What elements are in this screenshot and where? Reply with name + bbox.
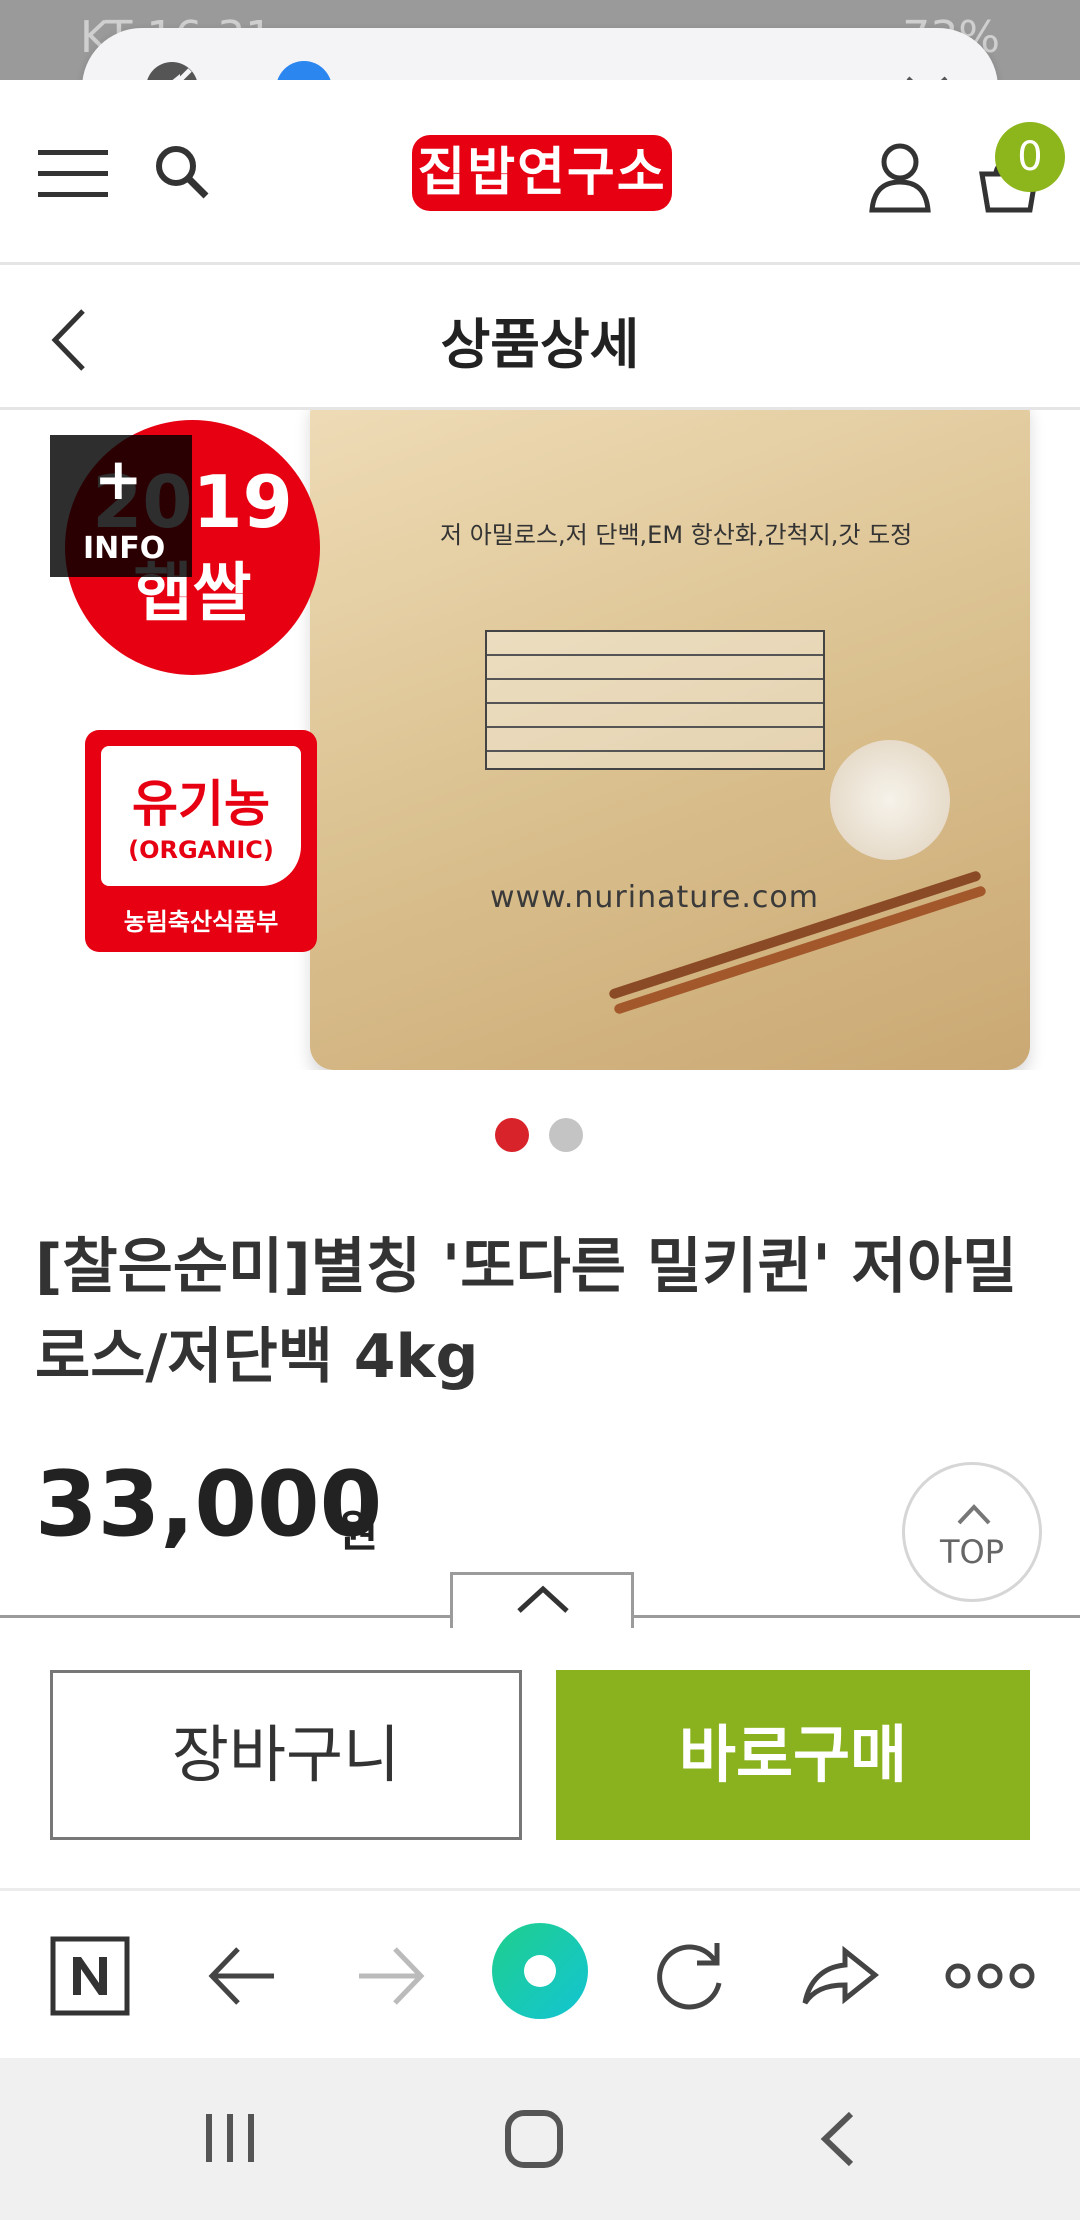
page-title-bar: 상품상세: [0, 265, 1080, 410]
scroll-top-button[interactable]: TOP: [902, 1462, 1042, 1602]
price-currency: 원: [338, 1506, 379, 1557]
forward-arrow-icon[interactable]: [345, 1931, 435, 2021]
buy-now-button[interactable]: 바로구매: [556, 1670, 1030, 1840]
recent-apps-icon[interactable]: [200, 2110, 260, 2166]
expand-options-handle[interactable]: [450, 1572, 634, 1628]
search-icon[interactable]: [152, 142, 212, 202]
carousel-dot-active[interactable]: [495, 1118, 529, 1152]
product-price: 33,000: [35, 1452, 383, 1557]
bag-url: www.nurinature.com: [490, 880, 820, 915]
refresh-icon[interactable]: [645, 1931, 735, 2021]
bag-certification-label: [485, 630, 825, 770]
naver-home-icon[interactable]: [45, 1931, 135, 2021]
page-title: 상품상세: [440, 313, 640, 376]
organic-en-label: (ORGANIC): [128, 836, 274, 864]
more-options-icon[interactable]: [940, 1931, 1040, 2021]
site-header: 집밥연구소 0: [0, 80, 1080, 265]
share-icon[interactable]: [795, 1931, 885, 2021]
info-button[interactable]: + INFO: [50, 435, 192, 577]
product-image-carousel[interactable]: 저 아밀로스,저 단백,EM 항산화,간척지,갓 도정 www.nurinatu…: [0, 410, 1080, 1070]
organic-ministry-label: 농림축산식품부: [123, 908, 279, 936]
hamburger-menu-icon[interactable]: [38, 148, 108, 200]
rice-bag-image: 저 아밀로스,저 단백,EM 항산화,간척지,갓 도정 www.nurinatu…: [310, 410, 1030, 1070]
home-icon[interactable]: [503, 2108, 565, 2170]
organic-badge-inner: 유기농 (ORGANIC): [101, 746, 301, 886]
carousel-dot[interactable]: [549, 1118, 583, 1152]
info-label: INFO: [83, 531, 166, 566]
green-dot-icon[interactable]: [490, 1921, 590, 2021]
back-icon[interactable]: [815, 2108, 859, 2170]
product-name: [찰은순미]별칭 '또다른 밀키퀸' 저아밀로스/저단백 4kg: [35, 1232, 1018, 1392]
back-arrow-icon[interactable]: [198, 1931, 288, 2021]
plus-icon: +: [94, 445, 143, 513]
user-account-icon[interactable]: [868, 142, 932, 214]
cart-count-badge: 0: [995, 122, 1065, 192]
rice-grains-image: [830, 740, 950, 860]
organic-certification-badge: 유기농 (ORGANIC) 농림축산식품부: [85, 730, 317, 952]
scroll-top-label: TOP: [939, 1533, 1005, 1571]
bag-subtitle: 저 아밀로스,저 단백,EM 항산화,간척지,갓 도정: [440, 521, 913, 549]
add-to-cart-button[interactable]: 장바구니: [50, 1670, 522, 1840]
organic-ko-label: 유기농: [132, 775, 270, 833]
site-logo[interactable]: 집밥연구소: [412, 135, 672, 211]
chevron-up-icon: [517, 1585, 569, 1613]
android-navigation-bar: [0, 2058, 1080, 2220]
browser-toolbar: [0, 1888, 1080, 2058]
